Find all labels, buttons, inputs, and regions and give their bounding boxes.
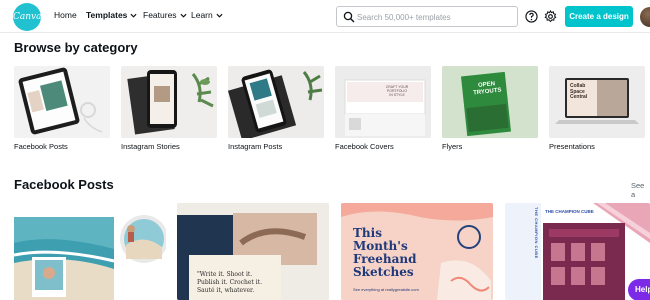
chevron-down-icon <box>130 13 137 18</box>
template-card-beach[interactable] <box>14 203 166 300</box>
template-card-write[interactable]: "Write it. Shoot it. Publish it. Crochet… <box>177 203 329 300</box>
gear-icon[interactable] <box>544 10 557 23</box>
see-all-link[interactable]: See a <box>631 181 650 199</box>
browse-section-title: Browse by category <box>14 40 138 55</box>
category-thumbnail <box>228 66 324 138</box>
write-template-text: "Write it. Shoot it. Publish it. Crochet… <box>197 271 262 294</box>
nav-templates-label: Templates <box>86 10 128 20</box>
category-facebook-posts[interactable]: Facebook Posts <box>14 66 110 151</box>
category-label: Facebook Posts <box>14 142 68 151</box>
category-thumbnail <box>121 66 217 138</box>
nav-learn-label: Learn <box>191 10 213 20</box>
category-flyers[interactable]: OPEN TRYOUTS Flyers <box>442 66 538 151</box>
category-thumbnail: OPEN TRYOUTS <box>442 66 538 138</box>
phone-mockup-image <box>121 66 217 138</box>
nav-home[interactable]: Home <box>54 10 77 20</box>
cover-mockup-image <box>335 66 431 138</box>
phone-mockup-image <box>14 66 110 138</box>
chevron-down-icon <box>216 13 223 18</box>
canva-logo[interactable]: Canva <box>13 3 42 31</box>
category-instagram-stories[interactable]: Instagram Stories <box>121 66 217 151</box>
category-label: Facebook Covers <box>335 142 394 151</box>
category-thumbnail <box>14 66 110 138</box>
presentation-thumb-text: Collab Space Central <box>570 83 588 100</box>
create-design-button[interactable]: Create a design <box>565 6 633 27</box>
top-navigation-bar: Canva Home Templates Features Learn Crea… <box>0 0 650 33</box>
flyer-mockup-image <box>442 66 538 138</box>
sketches-template-subtitle: See everything at reallygreatsite.com <box>353 287 419 292</box>
category-facebook-covers[interactable]: CRAFT YOUR PORTFOLIO IN STYLE Facebook C… <box>335 66 431 151</box>
search-box[interactable] <box>336 6 518 27</box>
nav-features[interactable]: Features <box>143 10 187 20</box>
category-thumbnail: CRAFT YOUR PORTFOLIO IN STYLE <box>335 66 431 138</box>
nav-home-label: Home <box>54 10 77 20</box>
laptop-mockup-image <box>549 66 645 138</box>
phone-mockup-image <box>228 66 324 138</box>
template-card-sketches[interactable]: This Month's Freehand Sketches See every… <box>341 203 493 300</box>
champion-template-vertical-text: THE CHAMPION CUBE <box>534 207 539 259</box>
category-thumbnail: Collab Space Central <box>549 66 645 138</box>
category-instagram-posts[interactable]: Instagram Posts <box>228 66 324 151</box>
chevron-down-icon <box>180 13 187 18</box>
beach-template-image <box>14 203 166 300</box>
user-avatar[interactable] <box>640 7 650 27</box>
nav-features-label: Features <box>143 10 177 20</box>
sketches-template-title: This Month's Freehand Sketches <box>353 226 417 279</box>
facebook-posts-section-title: Facebook Posts <box>14 177 114 192</box>
category-label: Instagram Posts <box>228 142 283 151</box>
help-button[interactable]: Help <box>628 279 650 300</box>
category-presentations[interactable]: Collab Space Central Presentations <box>549 66 645 151</box>
category-label: Presentations <box>549 142 595 151</box>
cover-thumb-text: CRAFT YOUR PORTFOLIO IN STYLE <box>385 85 409 97</box>
help-circle-icon[interactable] <box>525 10 538 23</box>
nav-learn[interactable]: Learn <box>191 10 223 20</box>
nav-templates[interactable]: Templates <box>86 10 137 20</box>
category-label: Instagram Stories <box>121 142 180 151</box>
category-label: Flyers <box>442 142 463 151</box>
search-icon <box>343 11 355 23</box>
champion-template-title: THE CHAMPION CUBE <box>545 209 594 214</box>
search-input[interactable] <box>357 9 515 25</box>
